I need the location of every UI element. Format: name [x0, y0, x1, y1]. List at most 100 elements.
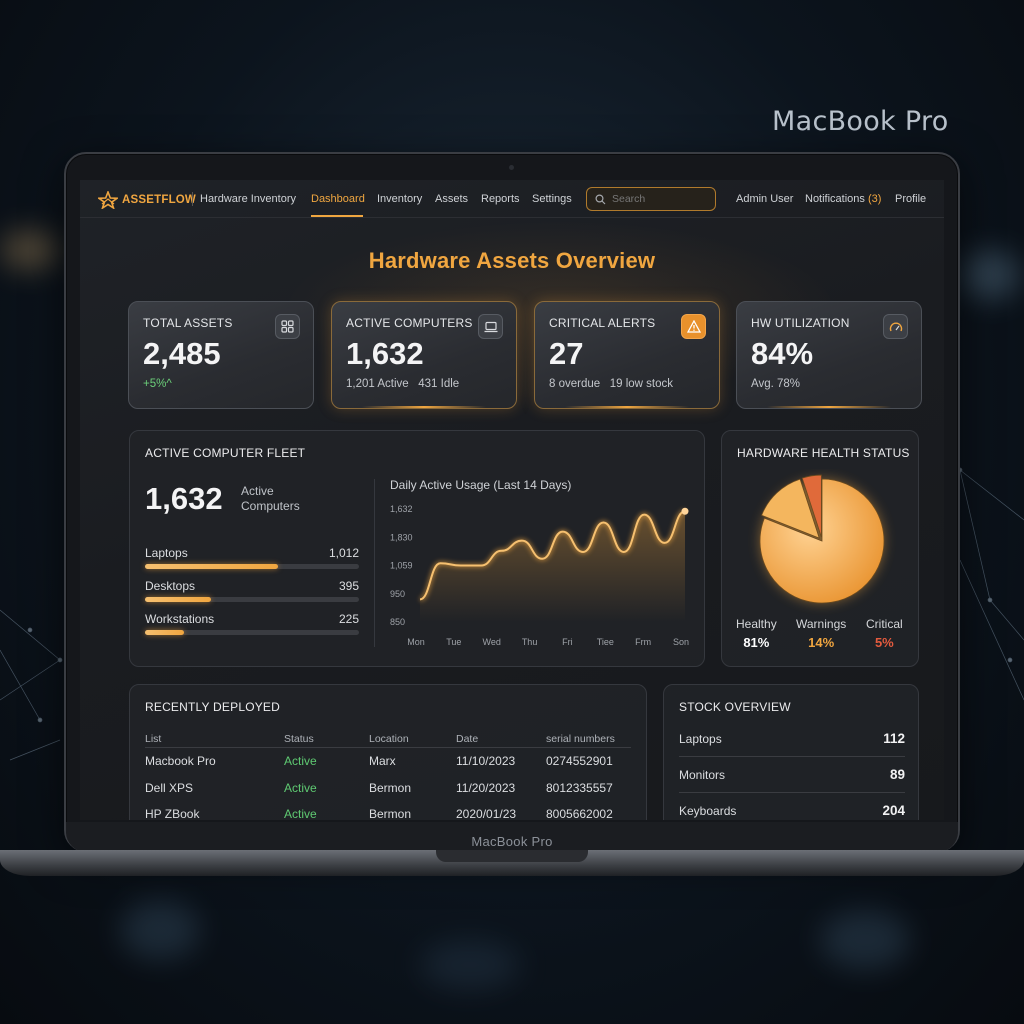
y-tick-label: 1,059 [390, 561, 413, 571]
x-tick-label: Mon [407, 637, 425, 647]
stock-row-monitors[interactable]: Monitors 89 [679, 767, 905, 782]
stat-card-active-computers[interactable]: ACTIVE COMPUTERS 1,632 1,201 Active 431 … [331, 301, 517, 409]
nav-settings[interactable]: Settings [532, 193, 572, 205]
nav-dashboard[interactable]: Dashboard [311, 193, 365, 205]
column-header[interactable]: serial numbers [546, 733, 615, 745]
stock-value: 204 [882, 803, 905, 818]
progress-track [145, 564, 359, 569]
stat-detail: 1,201 Active 431 Idle [346, 378, 460, 390]
usage-line-chart: 1,632 1,830 1,059 950 850Mon Tue Wed Thu Fri Tiee… [390, 504, 689, 647]
x-tick-label: Frm [635, 637, 651, 647]
nav-inventory[interactable]: Inventory [377, 193, 422, 205]
x-tick-label: Tue [446, 637, 461, 647]
notifications-label: Notifications [805, 193, 865, 205]
nav-reports[interactable]: Reports [481, 193, 520, 205]
cell-date: 2020/01/23 [456, 807, 517, 820]
page-title: Hardware Assets Overview [368, 248, 656, 273]
cell-serial: 8005662002 [546, 807, 613, 820]
stat-card-total-assets[interactable]: TOTAL ASSETS 2,485 +5%^ [128, 301, 314, 409]
logo-text: ASSETFLOW [122, 194, 196, 206]
chart-title: Daily Active Usage (Last 14 Days) [390, 478, 572, 492]
status-badge: Active [284, 754, 317, 768]
status-badge: Active [284, 781, 317, 795]
panel-title: ACTIVE COMPUTER FLEET [145, 446, 306, 460]
search-icon [595, 193, 606, 204]
stock-divider [679, 792, 905, 793]
x-tick-label: Tiee [597, 637, 614, 647]
legend-value: 81% [743, 635, 770, 650]
fleet-panel: ACTIVE COMPUTER FLEET 1,632 Active Compu… [129, 430, 705, 667]
user-menu[interactable]: Admin User [736, 193, 793, 205]
stat-detail: Avg. 78% [751, 378, 801, 390]
legend-label: Warnings [796, 617, 847, 631]
stat-value: 2,485 [143, 336, 221, 371]
progress-track [145, 630, 359, 635]
x-tick-label: Thu [522, 637, 538, 647]
fleet-row-laptops: Laptops 1,012 [145, 546, 359, 569]
stat-card-hw-utilization[interactable]: HW UTILIZATION 84% Avg. 78% [736, 301, 922, 409]
x-tick-label: Son [673, 637, 689, 647]
profile-link[interactable]: Profile [895, 193, 926, 205]
star-logo-icon [98, 191, 118, 209]
legend-critical: Critical 5% [866, 617, 903, 650]
column-header[interactable]: Location [369, 733, 409, 745]
cell-date: 11/20/2023 [456, 781, 516, 795]
legend-value: 5% [874, 635, 894, 650]
fleet-row-value: 1,012 [328, 546, 359, 560]
table-divider [145, 747, 631, 748]
column-header[interactable]: Status [284, 733, 314, 745]
fleet-row-label: Workstations [145, 612, 215, 626]
stock-value: 112 [883, 731, 905, 746]
column-header[interactable]: Date [456, 733, 478, 745]
search-input[interactable] [612, 193, 712, 205]
laptop-notch [436, 850, 588, 862]
fleet-row-desktops: Desktops 395 [145, 579, 359, 602]
stock-row-keyboards[interactable]: Keyboards 204 [679, 803, 905, 818]
laptop-icon [478, 314, 503, 339]
nav-assets[interactable]: Assets [435, 193, 468, 205]
stat-trend: +5%^ [143, 378, 172, 390]
stock-label: Laptops [679, 732, 722, 746]
panel-divider [374, 479, 375, 647]
cell-name: HP ZBook [145, 807, 200, 820]
cell-serial: 8012335557 [546, 781, 613, 795]
recent-panel: RECENTLY DEPLOYED List Status Location D… [129, 684, 647, 820]
y-tick-label: 950 [390, 589, 405, 599]
search-box[interactable] [586, 187, 716, 211]
cell-date: 11/10/2023 [456, 754, 516, 768]
stock-row-laptops[interactable]: Laptops 112 [679, 731, 905, 746]
legend-warnings: Warnings 14% [796, 617, 846, 650]
column-header[interactable]: List [145, 733, 161, 745]
y-tick-label: 1,632 [390, 504, 413, 514]
logo-divider [192, 192, 193, 206]
warning-icon [681, 314, 706, 339]
legend-label: Critical [866, 617, 903, 631]
stat-value: 84% [751, 336, 814, 371]
status-badge: Active [284, 807, 317, 820]
health-panel: HARDWARE HEALTH STATUS Healthy 81% Warni… [721, 430, 919, 667]
stock-panel: STOCK OVERVIEW Laptops 112 Monitors 89 K… [663, 684, 919, 820]
fleet-row-label: Desktops [145, 579, 196, 593]
stat-card-critical-alerts[interactable]: CRITICAL ALERTS 27 8 overdue 19 low stoc… [534, 301, 720, 409]
cell-name: Dell XPS [145, 781, 194, 795]
device-label: MacBook Pro [471, 834, 553, 849]
cell-serial: 0274552901 [546, 754, 613, 768]
notifications-link[interactable]: Notifications (3) [805, 193, 881, 205]
app-logo[interactable]: ASSETFLOW [98, 191, 196, 209]
stock-label: Monitors [679, 768, 726, 782]
fleet-row-workstations: Workstations 225 [145, 612, 359, 635]
stat-value: 27 [549, 336, 584, 371]
series-end-point [681, 507, 689, 515]
notifications-count: (3) [867, 193, 882, 205]
stat-value: 1,632 [346, 336, 424, 371]
y-tick-label: 1,830 [390, 532, 413, 542]
fleet-total: 1,632 [145, 481, 223, 516]
panel-title: STOCK OVERVIEW [679, 700, 791, 714]
app-subtitle: Hardware Inventory [200, 193, 296, 205]
top-nav: ASSETFLOW Hardware Inventory Dashboard I… [80, 180, 944, 218]
stock-label: Keyboards [679, 804, 737, 818]
legend-value: 14% [808, 635, 835, 650]
health-pie-chart [759, 474, 885, 604]
nav-active-indicator [311, 215, 363, 217]
gauge-icon [883, 314, 908, 339]
